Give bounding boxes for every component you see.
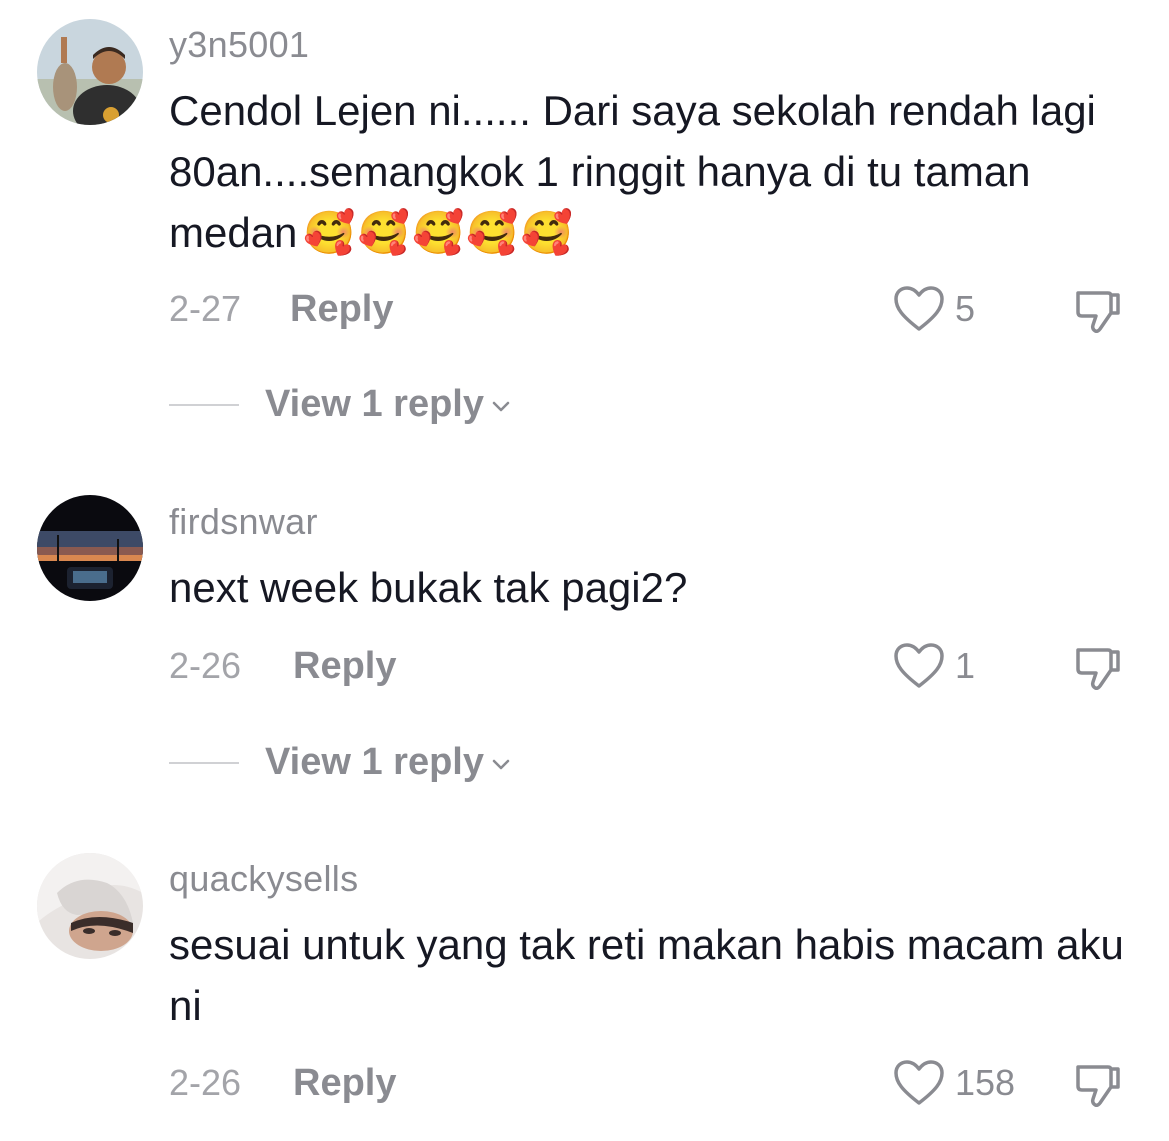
like-count: 5 [955, 288, 976, 329]
reply-button[interactable]: Reply [290, 289, 393, 329]
comment-text: next week bukak tak pagi2? [169, 557, 1129, 618]
view-replies-button[interactable]: View 1 reply [265, 742, 512, 782]
thumbs-down-icon[interactable] [1070, 1057, 1124, 1111]
view-replies-label: View 1 reply [265, 383, 484, 425]
comment-username[interactable]: firdsnwar [169, 502, 318, 542]
comment-date: 2-26 [169, 1062, 242, 1103]
comment-body: sesuai untuk yang tak reti makan habis m… [169, 921, 1124, 1029]
thumbs-down-icon[interactable] [1070, 640, 1124, 694]
divider-line [169, 762, 239, 764]
avatar[interactable] [37, 19, 143, 125]
like-count: 158 [955, 1062, 1016, 1103]
chevron-down-icon [492, 401, 510, 412]
comment-date: 2-27 [169, 288, 242, 329]
avatar[interactable] [37, 495, 143, 601]
heart-outline-icon[interactable] [892, 284, 946, 334]
avatar[interactable] [37, 853, 143, 959]
view-replies-button[interactable]: View 1 reply [265, 384, 512, 424]
chevron-down-icon [492, 759, 510, 770]
comment-username[interactable]: y3n5001 [169, 25, 309, 65]
thumbs-down-icon[interactable] [1070, 283, 1124, 337]
comment-text: Cendol Lejen ni...... Dari saya sekolah … [169, 80, 1129, 263]
comment-text: sesuai untuk yang tak reti makan habis m… [169, 914, 1129, 1036]
comment-username[interactable]: quackysells [169, 859, 358, 899]
reply-button[interactable]: Reply [293, 646, 396, 686]
reply-button[interactable]: Reply [293, 1063, 396, 1103]
divider-line [169, 404, 239, 406]
view-replies-label: View 1 reply [265, 741, 484, 783]
smiling-hearts-emoji: 🥰🥰🥰🥰🥰 [303, 209, 575, 256]
heart-outline-icon[interactable] [892, 641, 946, 691]
heart-outline-icon[interactable] [892, 1058, 946, 1108]
like-count: 1 [955, 645, 976, 686]
comment-date: 2-26 [169, 645, 242, 686]
comment-body: next week bukak tak pagi2? [169, 564, 688, 611]
